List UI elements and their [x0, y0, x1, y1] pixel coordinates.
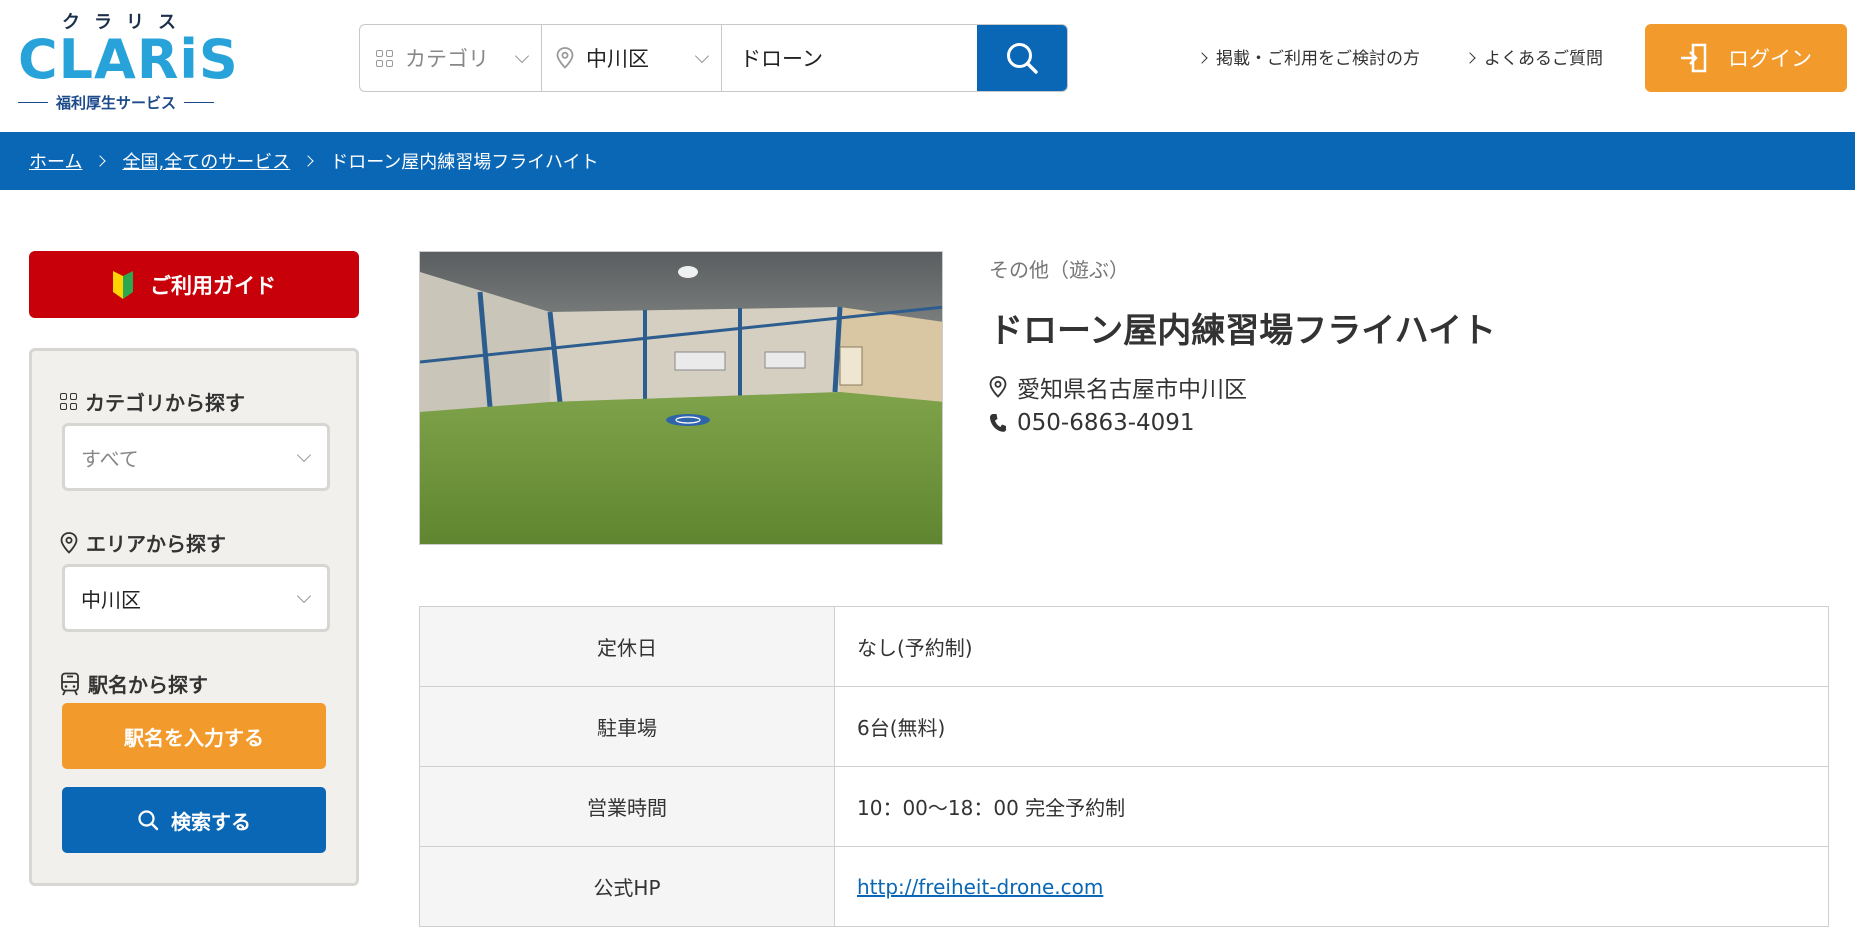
user-guide-label: ご利用ガイド: [150, 273, 276, 298]
beginner-mark-icon: [113, 270, 133, 299]
search-icon: [138, 810, 159, 831]
login-door-icon: [1681, 43, 1707, 73]
link-label: よくあるご質問: [1484, 49, 1603, 69]
enter-station-button[interactable]: 駅名を入力する: [62, 703, 326, 769]
link-label: 掲載・ご利用をご検討の方: [1216, 49, 1420, 69]
keyword-field-wrapper: [722, 25, 977, 91]
keyword-input[interactable]: [740, 46, 960, 70]
location-pin-icon: [556, 47, 574, 69]
table-row: 公式HP http://freiheit-drone.com: [419, 846, 1829, 927]
sidebar-area-select[interactable]: 中川区: [62, 564, 330, 632]
category-dropdown[interactable]: カテゴリ: [360, 25, 542, 91]
facility-photo: [419, 251, 943, 545]
site-header: クラリス CLARiS 福利厚生サービス カテゴリ 中川区 ドローン 掲載・ご利…: [0, 0, 1855, 132]
table-row: 駐車場 6台(無料): [419, 686, 1829, 767]
category-placeholder: カテゴリ: [405, 47, 489, 71]
logo-tagline: 福利厚生サービス: [18, 92, 214, 113]
chevron-down-icon: [694, 48, 710, 64]
station-heading: 駅名から探す: [60, 669, 208, 698]
station-heading-text: 駅名から探す: [88, 673, 208, 697]
phone-icon: [989, 414, 1006, 432]
phone-text: 050-6863-4091: [1017, 410, 1195, 436]
link-for-listing[interactable]: 掲載・ご利用をご検討の方: [1196, 44, 1420, 69]
header-search-button[interactable]: [977, 25, 1067, 91]
link-faq[interactable]: よくあるご質問: [1464, 44, 1603, 69]
area-dropdown[interactable]: 中川区: [542, 25, 722, 91]
sidebar-search-panel: カテゴリから探す すべて エリアから探す 中川区 駅名から探す 駅名を入力する: [29, 348, 359, 886]
facility-address: 愛知県名古屋市中川区: [989, 370, 1247, 404]
facility-phone: 050-6863-4091: [989, 410, 1195, 436]
breadcrumb-all-services[interactable]: 全国,全てのサービス: [122, 148, 290, 174]
detail-value-cell: http://freiheit-drone.com: [834, 846, 1829, 927]
facility-details-table: 定休日 なし(予約制) 駐車場 6台(無料) 営業時間 10：00〜18：00 …: [419, 606, 1829, 927]
enter-station-label: 駅名を入力する: [124, 725, 264, 750]
user-guide-button[interactable]: ご利用ガイド: [29, 251, 359, 318]
chevron-down-icon: [296, 447, 312, 463]
search-icon: [1007, 43, 1038, 74]
chevron-right-icon: [1464, 52, 1476, 64]
chevron-right-icon: [302, 155, 314, 167]
detail-value: なし(予約制): [834, 606, 1829, 687]
facility-name: ドローン屋内練習場フライハイト: [989, 311, 1496, 351]
address-text: 愛知県名古屋市中川区: [1017, 377, 1247, 403]
table-row: 定休日 なし(予約制): [419, 606, 1829, 687]
facility-category: その他（遊ぶ）: [989, 258, 1129, 282]
table-row: 営業時間 10：00〜18：00 完全予約制: [419, 766, 1829, 847]
detail-label: 公式HP: [419, 846, 835, 927]
sidebar-category-select[interactable]: すべて: [62, 423, 330, 491]
chevron-right-icon: [1196, 52, 1208, 64]
detail-label: 駐車場: [419, 686, 835, 767]
chevron-down-icon: [296, 588, 312, 604]
area-select-value: 中川区: [81, 587, 141, 612]
grid-icon: [376, 49, 393, 67]
official-website-link[interactable]: http://freiheit-drone.com: [857, 875, 1103, 899]
location-pin-icon: [989, 376, 1007, 398]
category-heading: カテゴリから探す: [60, 387, 245, 416]
sidebar-search-label: 検索する: [171, 809, 251, 834]
area-heading-text: エリアから探す: [86, 532, 226, 556]
detail-label: 営業時間: [419, 766, 835, 847]
area-selected-value: 中川区: [586, 47, 649, 71]
breadcrumb-home[interactable]: ホーム: [29, 148, 82, 174]
logo-wordmark: CLARiS: [18, 28, 239, 91]
facility-photo-drawing: [420, 252, 942, 544]
detail-label: 定休日: [419, 606, 835, 687]
detail-value: 10：00〜18：00 完全予約制: [834, 766, 1829, 847]
detail-value: 6台(無料): [834, 686, 1829, 767]
breadcrumb-current: ドローン屋内練習場フライハイト: [330, 152, 599, 173]
category-select-value: すべて: [81, 446, 139, 471]
breadcrumb: ホーム 全国,全てのサービス ドローン屋内練習場フライハイト: [0, 132, 1855, 190]
grid-icon: [60, 393, 77, 410]
category-heading-text: カテゴリから探す: [85, 391, 245, 415]
location-pin-icon: [60, 531, 78, 554]
sidebar-search-button[interactable]: 検索する: [62, 787, 326, 853]
login-button[interactable]: ログイン: [1645, 24, 1847, 92]
area-heading: エリアから探す: [60, 528, 226, 557]
chevron-right-icon: [94, 155, 107, 167]
chevron-down-icon: [514, 48, 530, 64]
header-search-bar: カテゴリ 中川区: [359, 24, 1068, 92]
train-icon: [61, 672, 79, 695]
claris-logo[interactable]: クラリス CLARiS 福利厚生サービス: [18, 8, 238, 112]
login-label: ログイン: [1728, 47, 1812, 71]
